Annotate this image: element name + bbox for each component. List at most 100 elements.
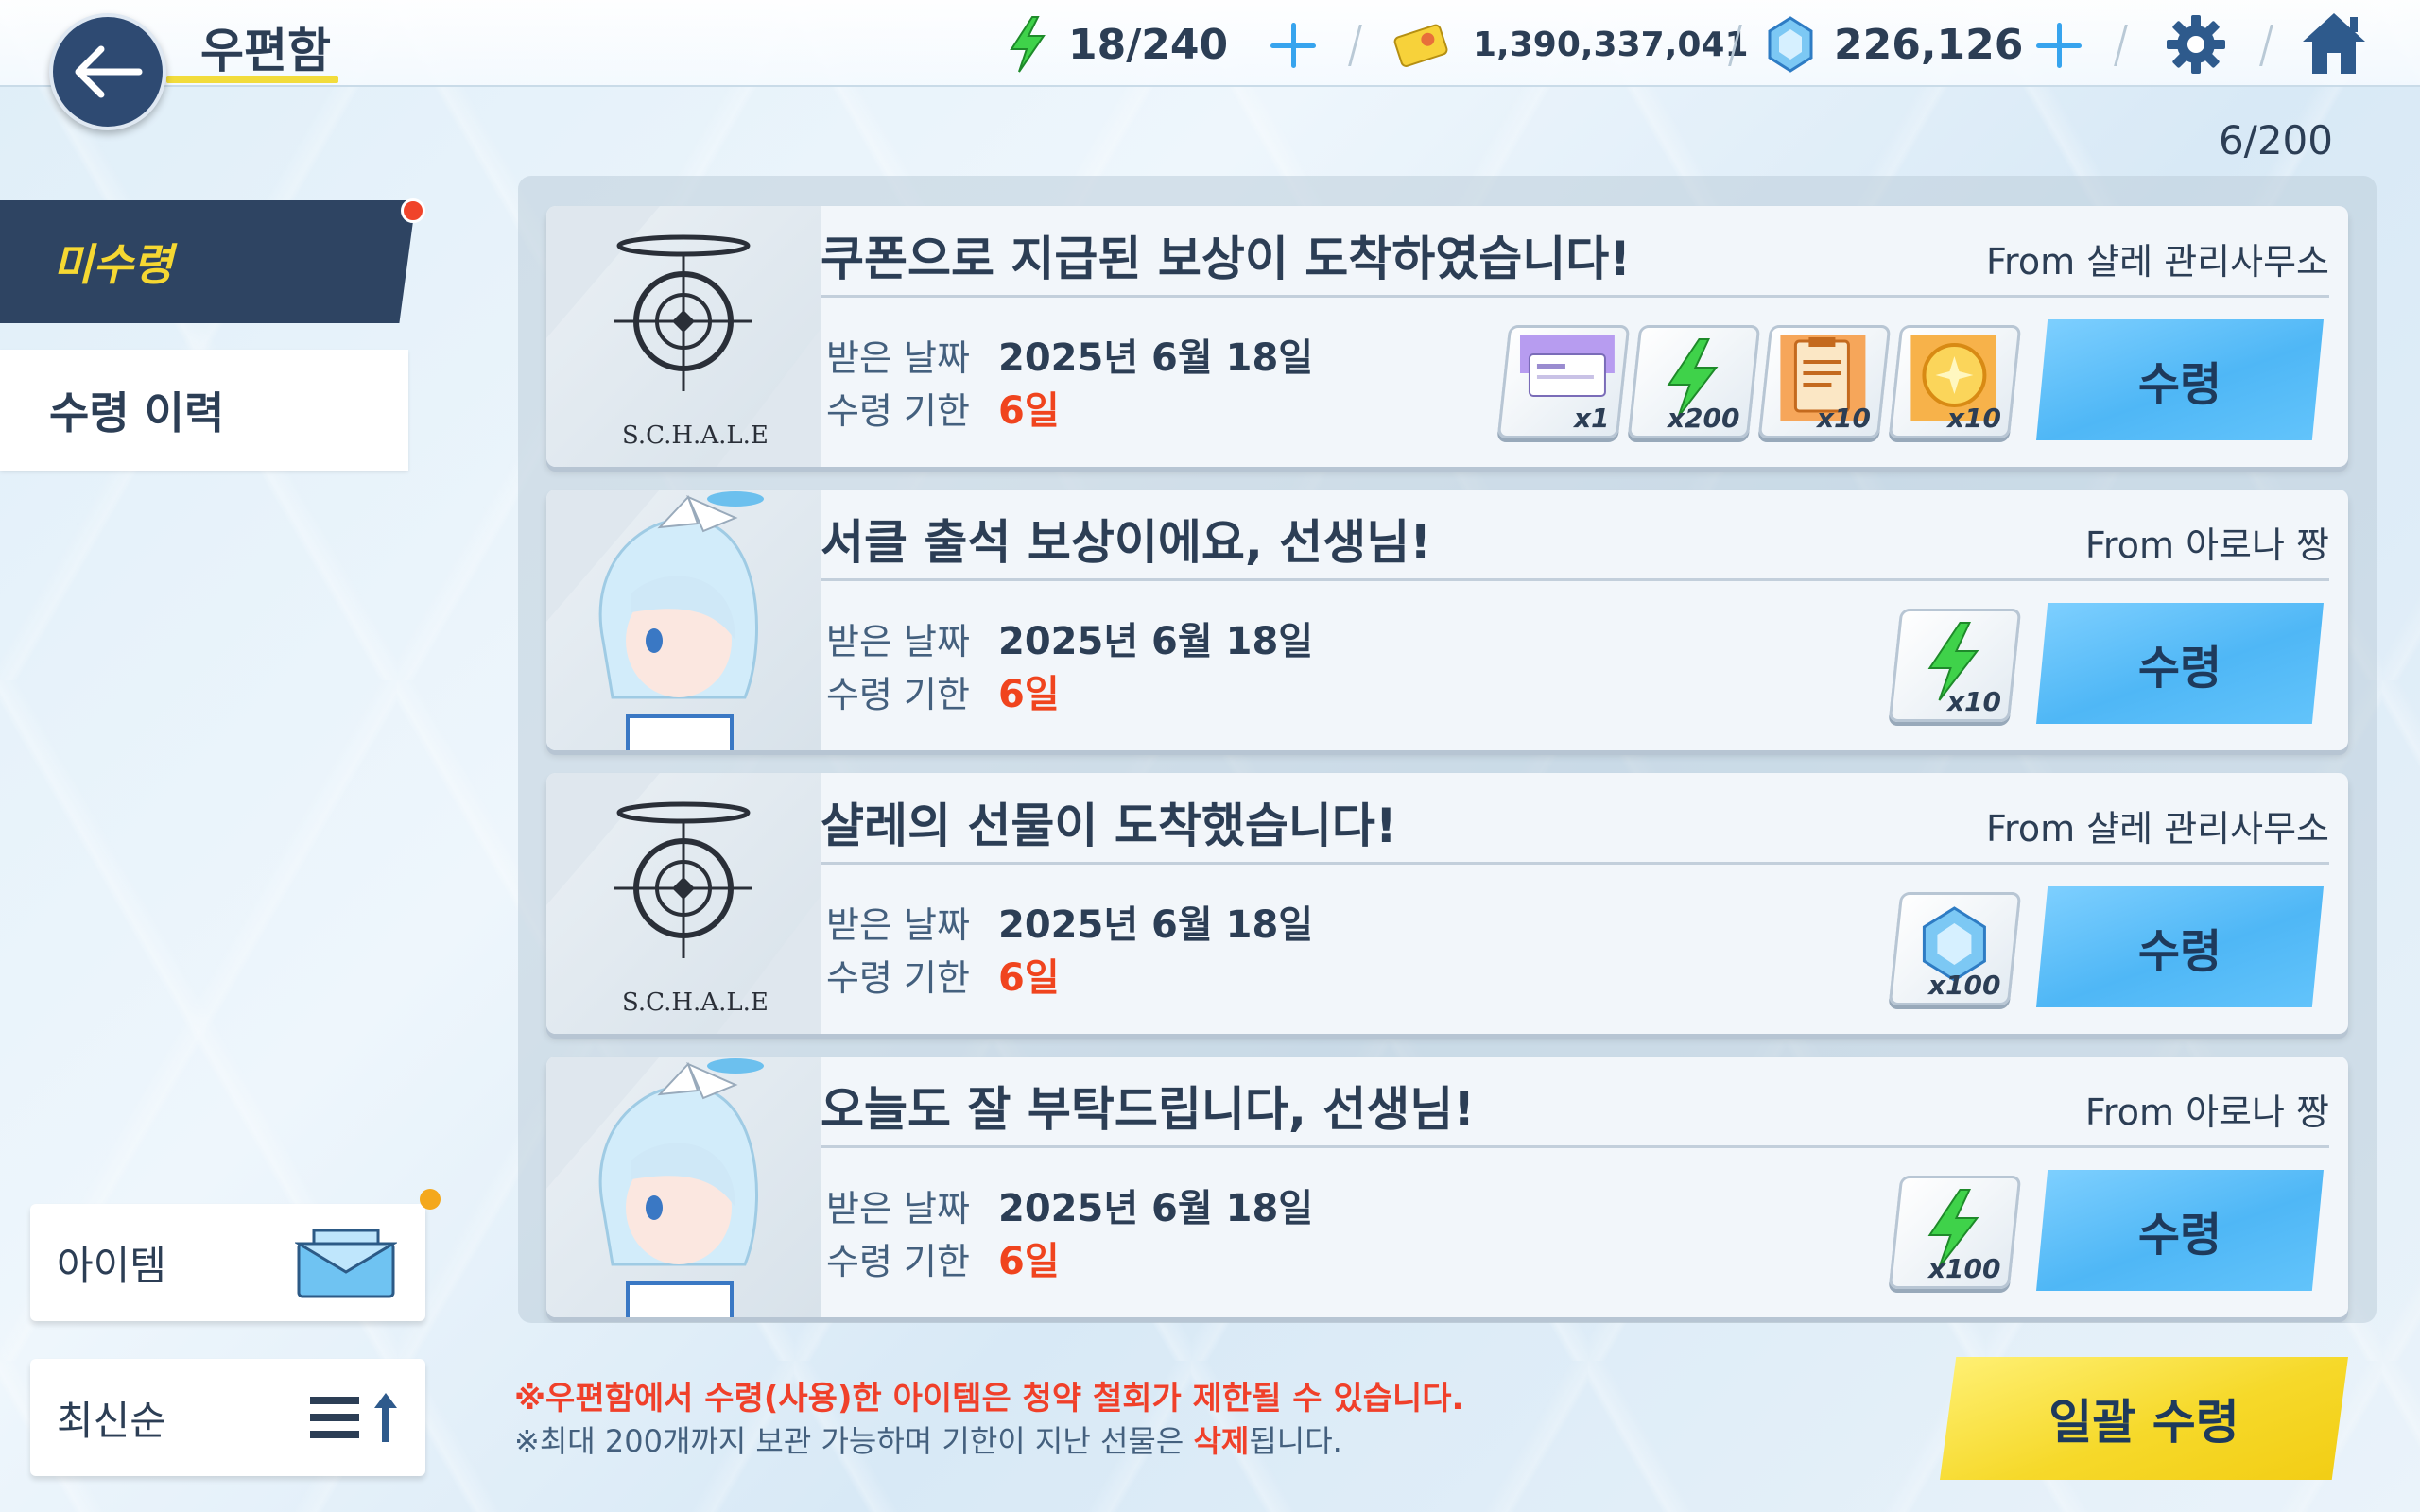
received-date-value: 2025년 6월 18일 [998,620,1314,663]
divider [821,862,2329,865]
item-quantity: x10 [1816,403,1871,434]
mail-sender: From 아로나 짱 [2084,524,2329,566]
divider [821,295,2329,298]
sender-thumbnail [546,1057,821,1317]
divider [821,578,2329,581]
mail-item: S.C.H.A.L.E 쿠폰으로 지급된 보상이 도착하였습니다! From 샬… [546,206,2348,467]
schale-label: S.C.H.A.L.E [622,421,769,450]
receive-button-label: 수령 [2137,642,2222,695]
credits-value: 1,390,337,041 [1473,25,1749,64]
separator [2114,25,2128,66]
separator [2259,25,2273,66]
deadline-value: 6일 [998,389,1060,433]
received-date-label: 받은 날짜 [826,1188,970,1229]
item-quantity: x200 [1668,403,1740,434]
withdrawal-notice: ※우편함에서 수령(사용)한 아이템은 청약 철회가 제한될 수 있습니다. [514,1380,1464,1418]
ticket-icon [1519,335,1615,397]
home-icon [2303,13,2365,74]
item-quantity: x10 [1946,403,2001,434]
notification-dot [401,198,425,223]
deadline-value: 6일 [998,1240,1060,1283]
storage-notice-emphasis: 삭제 [1193,1423,1250,1459]
credit-resource: 1,390,337,041 [1393,15,1749,74]
pyroxene-value: 226,126 [1834,20,2024,69]
receive-button[interactable]: 수령 [2036,1170,2324,1291]
mail-item: 오늘도 잘 부탁드립니다, 선생님! From 아로나 짱 받은 날짜 2025… [546,1057,2348,1317]
deadline-label: 수령 기한 [826,957,970,999]
item-quantity: x100 [1928,1253,2001,1284]
receive-button[interactable]: 수령 [2036,319,2324,440]
item-filter-button[interactable]: 아이템 [30,1204,425,1321]
sort-ascending-icon [310,1393,397,1442]
mail-title: 쿠폰으로 지급된 보상이 도착하였습니다! [821,232,1632,286]
pyroxene-resource: 226,126 [1766,15,2023,74]
filter-label: 아이템 [57,1242,166,1289]
arona-portrait-icon [546,1057,764,1317]
pyroxene-icon [1768,16,1813,73]
ap-plus-button[interactable] [1265,17,1322,74]
reward-item: x1 [1496,325,1631,438]
separator [1348,25,1362,66]
item-quantity: x10 [1946,686,2001,717]
received-date-label: 받은 날짜 [826,337,970,379]
mail-sender: From 아로나 짱 [2084,1091,2329,1133]
settings-button[interactable] [2165,13,2227,76]
receive-button-label: 수령 [2137,1209,2222,1262]
tab-received-history[interactable]: 수령 이력 [0,350,408,471]
tab-unreceived[interactable]: 미수령 [0,200,416,323]
item-quantity: x100 [1928,970,2001,1001]
mail-box-icon [295,1228,397,1298]
divider [821,1145,2329,1148]
home-button[interactable] [2299,9,2369,77]
ap-bolt-icon [1010,16,1046,73]
tab-received-history-label: 수령 이력 [49,387,225,438]
reward-item: x10 [1757,325,1892,438]
deadline-value: 6일 [998,673,1060,716]
received-date-value: 2025년 6월 18일 [998,903,1314,947]
reward-item: x10 [1888,609,2022,722]
mail-title: 서클 출석 보상이에요, 선생님! [821,515,1432,570]
reward-item: x10 [1888,325,2022,438]
reward-item: x200 [1627,325,1761,438]
ap-resource: 18/240 [1006,15,1228,74]
bulk-receive-button[interactable]: 일괄 수령 [1940,1357,2348,1480]
receive-button[interactable]: 수령 [2036,886,2324,1007]
bulk-receive-label: 일괄 수령 [2048,1395,2239,1450]
item-quantity: x1 [1574,403,1610,434]
credit-card-icon [1393,24,1448,67]
back-arrow-icon [75,45,143,98]
sort-button[interactable]: 최신순 [30,1359,425,1476]
arona-portrait-icon [546,490,764,750]
reward-item: x100 [1888,1176,2022,1289]
receive-button-label: 수령 [2137,358,2222,411]
received-date-value: 2025년 6월 18일 [998,336,1314,380]
mail-title: 오늘도 잘 부탁드립니다, 선생님! [821,1082,1476,1137]
sender-thumbnail: S.C.H.A.L.E [546,773,821,1034]
mail-title: 샬레의 선물이 도착했습니다! [821,799,1397,853]
sender-thumbnail: S.C.H.A.L.E [546,206,821,467]
storage-notice-post: 됩니다. [1249,1423,1342,1459]
receive-button[interactable]: 수령 [2036,603,2324,724]
mail-sender: From 샬레 관리사무소 [1985,808,2329,850]
deadline-label: 수령 기한 [826,674,970,715]
back-button[interactable] [49,13,166,130]
deadline-label: 수령 기한 [826,390,970,432]
deadline-label: 수령 기한 [826,1241,970,1282]
tab-unreceived-label: 미수령 [53,239,173,290]
mail-list: S.C.H.A.L.E 쿠폰으로 지급된 보상이 도착하였습니다! From 샬… [518,176,2377,1323]
storage-notice: ※최대 200개까지 보관 가능하며 기한이 지난 선물은 삭제됩니다. [514,1418,1342,1461]
deadline-value: 6일 [998,956,1060,1000]
received-date-value: 2025년 6월 18일 [998,1187,1314,1230]
sender-thumbnail [546,490,821,750]
page-title: 우편함 [200,24,331,78]
top-bar: 우편함 18/240 1,390,337,041 226,126 [0,0,2420,87]
mail-count: 6/200 [2218,117,2333,163]
pyroxene-plus-button[interactable] [2031,17,2087,74]
notification-dot [420,1189,441,1210]
receive-button-label: 수령 [2137,925,2222,978]
storage-notice-pre: ※최대 200개까지 보관 가능하며 기한이 지난 선물은 [514,1423,1194,1459]
ap-value: 18/240 [1068,20,1229,69]
mail-item: 서클 출석 보상이에요, 선생님! From 아로나 짱 받은 날짜 2025년… [546,490,2348,750]
title-underline [166,76,338,83]
reward-item: x100 [1888,892,2022,1005]
